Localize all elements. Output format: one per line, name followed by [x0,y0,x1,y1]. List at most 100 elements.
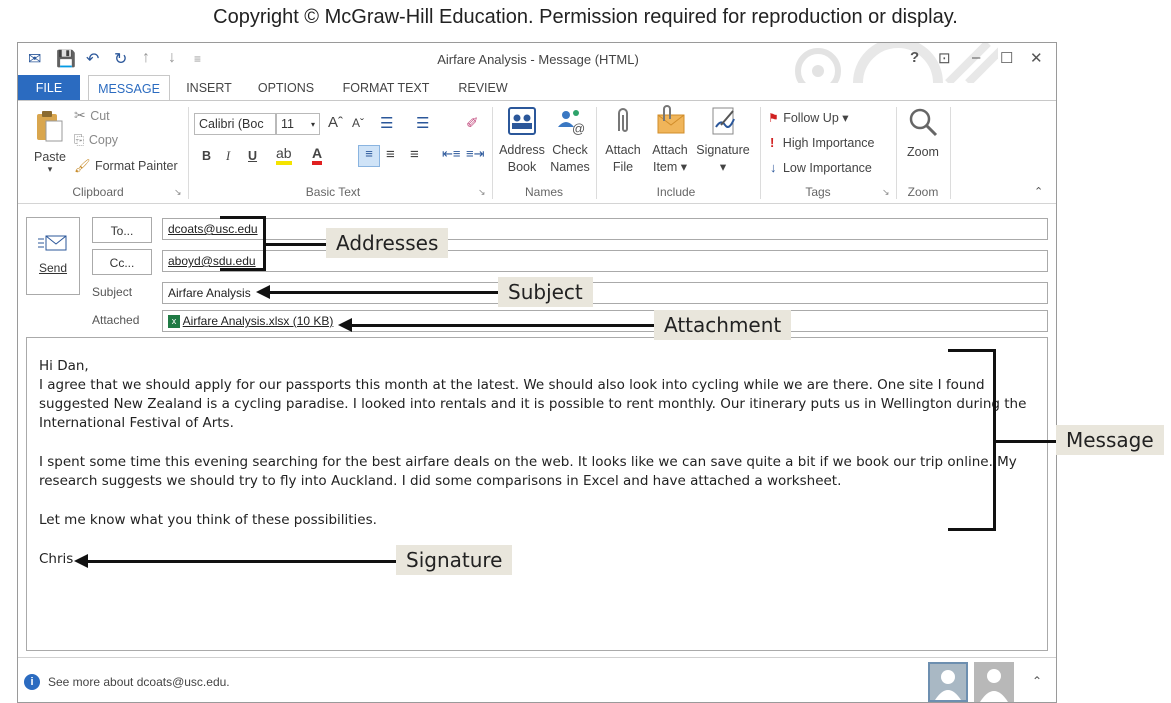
tab-format-text[interactable]: FORMAT TEXT [334,75,438,101]
group-label-clipboard: Clipboard [72,185,124,199]
clear-formatting-icon[interactable]: ✐ [466,114,479,132]
to-recipient[interactable]: dcoats@usc.edu [168,222,258,236]
attach-item-label-line2: Item ▾ [652,160,688,174]
underline-button[interactable]: U [248,149,257,163]
font-name-select[interactable]: Calibri (Boc [194,113,276,135]
signature-label: Signature [696,143,750,157]
maximize-icon[interactable]: ☐ [1000,49,1013,67]
dialog-launcher-icon[interactable]: ↘ [174,187,182,198]
format-painter-button[interactable]: 🖌 Format Painter [74,157,178,175]
align-right-icon[interactable]: ≡ [410,146,419,163]
message-bracket-top [948,349,996,352]
avatar[interactable] [974,662,1014,702]
cc-field[interactable]: aboyd@sdu.edu [162,250,1048,272]
signature-icon [712,107,735,135]
copy-icon: ⎘ [74,132,85,147]
redo-icon[interactable]: ↻ [114,49,127,69]
tab-message[interactable]: MESSAGE [88,75,170,101]
message-line: suggested New Zealand is a cycling parad… [39,396,1027,412]
tab-review[interactable]: REVIEW [450,75,516,101]
cc-button[interactable]: Cc... [92,249,152,275]
avatar[interactable] [928,662,968,702]
attachment-file[interactable]: Airfare Analysis.xlsx (10 KB) [183,314,334,328]
to-field[interactable]: dcoats@usc.edu [162,218,1048,240]
message-body[interactable]: Hi Dan, I agree that we should apply for… [26,337,1048,651]
high-importance-button[interactable]: ! High Importance [768,134,875,152]
low-importance-label: Low Importance [782,161,872,175]
cut-label: Cut [90,109,110,123]
low-importance-button[interactable]: ↓ Low Importance [768,159,872,177]
italic-button[interactable]: I [226,149,230,164]
arrow-down-icon[interactable]: ↓ [168,49,176,67]
chevron-down-icon: ▾ [719,160,727,174]
increase-indent-icon[interactable]: ≡⇥ [466,146,484,162]
attach-item-label-line1: Attach [652,143,688,157]
message-connector [996,440,1056,443]
bullets-icon[interactable]: ☰ [380,114,393,132]
message-line: Hi Dan, [39,358,89,374]
copy-button[interactable]: ⎘ Copy [74,131,118,149]
dialog-launcher-icon[interactable]: ↘ [882,187,890,198]
ribbon-display-icon[interactable]: ⊡ [938,49,951,67]
address-book-button[interactable]: Address Book [496,105,548,176]
align-center-icon[interactable]: ≡ [386,146,395,163]
address-book-label-line1: Address [499,143,545,157]
cut-button[interactable]: ✂ Cut [74,107,110,125]
mail-icon[interactable]: ✉ [28,49,41,69]
signature-button[interactable]: Signature ▾ [694,105,752,176]
close-icon[interactable]: ✕ [1030,49,1043,67]
attach-item-icon [657,105,685,134]
dialog-launcher-icon[interactable]: ↘ [478,187,486,198]
numbering-icon[interactable]: ☰ [416,114,429,132]
to-button[interactable]: To... [92,217,152,243]
group-label-names: Names [524,185,563,199]
group-separator [760,107,761,199]
send-button[interactable]: Send [26,217,80,295]
svg-text:@: @ [572,121,585,136]
save-icon[interactable]: 💾 [56,49,76,69]
format-painter-label: Format Painter [94,159,178,173]
info-icon: i [24,674,40,690]
font-size-select[interactable]: 11 ▾ [276,113,320,135]
check-names-icon: @ [558,110,585,136]
follow-up-label: Follow Up ▾ [783,111,849,125]
zoom-button[interactable]: Zoom [898,105,948,161]
signature-arrow [86,560,396,563]
message-line: International Festival of Arts. [39,415,234,431]
check-names-button[interactable]: @ Check Names [548,105,592,176]
help-icon[interactable]: ? [910,49,919,66]
align-left-icon[interactable]: ≡ [358,145,380,167]
tab-file[interactable]: FILE [18,75,80,101]
callout-message: Message [1056,425,1164,455]
addresses-connector [266,243,326,246]
minimize-icon[interactable]: – [972,49,980,66]
see-more-link[interactable]: See more about dcoats@usc.edu. [48,675,230,689]
highlight-icon[interactable]: ab [276,145,292,165]
signature-line: Chris [39,551,74,567]
attach-item-button[interactable]: Attach Item ▾ [648,105,692,176]
tab-insert[interactable]: INSERT [178,75,240,101]
font-name-value: Calibri (Boc [199,117,264,131]
title-bar: ✉ 💾 ↶ ↻ ↑ ↓ ≡ Airfare Analysis - Message… [18,43,1056,83]
expand-people-pane-icon[interactable]: ⌃ [1032,674,1042,688]
collapse-ribbon-icon[interactable]: ⌃ [1034,185,1043,198]
customize-qat-icon[interactable]: ≡ [194,52,201,66]
cc-recipient[interactable]: aboyd@sdu.edu [168,254,256,268]
attachment-arrow [350,324,654,327]
paintbrush-icon: 🖌 [74,158,91,173]
shrink-font-icon[interactable]: Aˇ [352,116,364,130]
undo-icon[interactable]: ↶ [86,49,99,69]
font-color-icon[interactable]: A [312,145,323,165]
chevron-down-icon: ▾ [310,120,315,129]
attach-file-button[interactable]: Attach File [600,105,646,176]
bold-button[interactable]: B [202,149,211,163]
tab-options[interactable]: OPTIONS [250,75,322,101]
arrow-up-icon[interactable]: ↑ [142,49,150,67]
scissors-icon: ✂ [74,107,86,123]
follow-up-button[interactable]: ⚑ Follow Up ▾ [768,109,849,127]
grow-font-icon[interactable]: Aˆ [328,114,343,131]
paste-button[interactable]: Paste ▾ [28,109,72,181]
decrease-indent-icon[interactable]: ⇤≡ [442,146,460,162]
person-icon [935,670,961,700]
ribbon-tabs: FILE MESSAGE INSERT OPTIONS FORMAT TEXT … [18,75,1056,101]
